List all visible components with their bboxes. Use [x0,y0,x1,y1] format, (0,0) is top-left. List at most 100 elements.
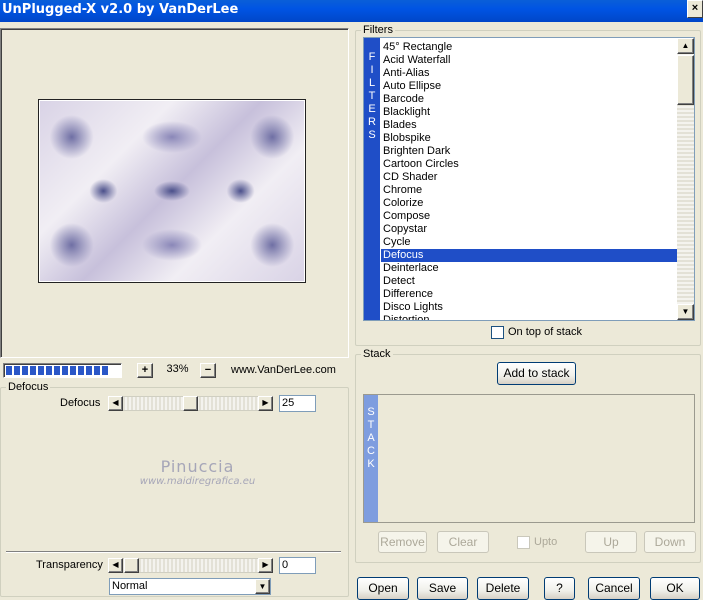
progress-segment [62,366,68,375]
cancel-button[interactable]: Cancel [588,577,640,600]
filter-list-item[interactable]: Cartoon Circles [381,158,679,171]
filter-list-scrollbar[interactable]: ▲ ▼ [677,38,694,320]
filter-list-item[interactable]: Acid Waterfall [381,54,679,67]
scroll-down-icon[interactable]: ▼ [677,304,694,320]
progress-segment [30,366,36,375]
slider-thumb[interactable] [183,396,198,411]
progress-segment [70,366,76,375]
on-top-of-stack-label: On top of stack [508,326,582,338]
filter-list[interactable]: FILTERS 45° Rectangle Acid Waterfall Anti-… [363,37,695,321]
up-button[interactable]: Up [585,531,637,553]
filters-strip-letter: F [368,51,376,63]
filters-strip-letter: T [368,90,376,102]
add-to-stack-button[interactable]: Add to stack [497,362,576,385]
progress-segment [22,366,28,375]
preview-pattern [40,101,304,281]
filter-list-item[interactable]: Brighten Dark [381,145,679,158]
filter-list-item[interactable]: Copystar [381,223,679,236]
progress-segment [86,366,92,375]
slider-right-arrow-icon[interactable]: ▶ [258,558,273,573]
on-top-of-stack-checkbox[interactable] [491,326,504,339]
progress-segment [102,366,108,375]
stack-list[interactable]: STACK [363,394,695,523]
filter-list-item[interactable]: Chrome [381,184,679,197]
filter-list-item[interactable]: Blobspike [381,132,679,145]
upto-label: Upto [534,536,558,548]
plus-icon: + [141,364,149,376]
stack-group-label: Stack [361,348,393,360]
stack-strip-letter: A [367,432,375,444]
progress-segment [46,366,52,375]
filters-strip-letter: S [368,129,376,141]
parameters-group-label: Defocus [6,381,51,393]
slider-thumb[interactable] [124,558,139,573]
help-button[interactable]: ? [544,577,575,600]
blend-mode-select[interactable]: Normal ▼ [109,578,271,595]
defocus-value-field[interactable]: 25 [279,395,316,412]
filters-group-label: Filters [361,24,395,36]
filters-strip-letter: I [370,64,374,76]
filter-list-item[interactable]: Disco Lights [381,301,679,314]
filter-list-item[interactable]: Blades [381,119,679,132]
zoom-in-button[interactable]: + [137,363,153,378]
zoom-level: 33% [166,363,189,375]
progress-segment [38,366,44,375]
filter-list-item[interactable]: Anti-Alias [381,67,679,80]
stack-strip-letter: C [367,445,375,457]
transparency-slider[interactable]: ◀ ▶ [108,558,273,573]
down-button[interactable]: Down [644,531,696,553]
stack-strip-letter: K [367,458,375,470]
remove-button[interactable]: Remove [378,531,427,553]
slider-left-arrow-icon[interactable]: ◀ [108,396,123,411]
filter-list-item[interactable]: Auto Ellipse [381,80,679,93]
minus-icon: − [204,364,212,376]
defocus-slider[interactable]: ◀ ▶ [108,396,273,411]
filters-strip-letter: E [368,103,376,115]
progress-segment [78,366,84,375]
filter-list-item[interactable]: Barcode [381,93,679,106]
filter-list-item[interactable]: Defocus [381,249,679,262]
filter-items: 45° Rectangle Acid Waterfall Anti-Alias Aut… [381,41,679,320]
filter-list-item[interactable]: 45° Rectangle [381,41,679,54]
close-button[interactable]: × [687,0,703,18]
slider-right-arrow-icon[interactable]: ▶ [258,396,273,411]
ok-button[interactable]: OK [650,577,700,600]
separator [6,551,341,553]
filter-list-item[interactable]: Deinterlace [381,262,679,275]
stack-strip-letter: S [367,406,375,418]
watermark-name: Pinuccia [160,457,235,476]
slider-left-arrow-icon[interactable]: ◀ [108,558,123,573]
scroll-up-icon[interactable]: ▲ [677,38,694,54]
window-title: UnPlugged-X v2.0 by VanDerLee [2,2,239,17]
filter-list-item[interactable]: Compose [381,210,679,223]
save-button[interactable]: Save [417,577,468,600]
blend-mode-value: Normal [112,580,148,592]
close-icon: × [691,2,699,14]
stack-vertical-label: STACK [364,395,378,522]
progress-segment [54,366,60,375]
filters-strip-letter: L [368,77,376,89]
preview-image [38,99,306,283]
filter-list-item[interactable]: Detect [381,275,679,288]
website-link[interactable]: www.VanDerLee.com [231,364,336,376]
chevron-down-icon[interactable]: ▼ [255,579,270,594]
filter-list-item[interactable]: Distortion [381,314,679,320]
filter-list-item[interactable]: CD Shader [381,171,679,184]
upto-checkbox[interactable] [517,536,530,549]
title-bar: UnPlugged-X v2.0 by VanDerLee × [0,0,703,22]
progress-segment [94,366,100,375]
watermark: Pinuccia www.maidiregrafica.eu [135,457,260,487]
delete-button[interactable]: Delete [477,577,529,600]
defocus-label: Defocus [60,397,101,409]
filter-list-item[interactable]: Cycle [381,236,679,249]
open-button[interactable]: Open [357,577,409,600]
filters-strip-letter: R [368,116,376,128]
filter-list-item[interactable]: Blacklight [381,106,679,119]
filter-list-item[interactable]: Colorize [381,197,679,210]
transparency-label: Transparency [36,559,103,571]
scroll-thumb[interactable] [677,55,694,105]
clear-button[interactable]: Clear [437,531,489,553]
transparency-value-field[interactable]: 0 [279,557,316,574]
filter-list-item[interactable]: Difference [381,288,679,301]
zoom-out-button[interactable]: − [200,363,216,378]
